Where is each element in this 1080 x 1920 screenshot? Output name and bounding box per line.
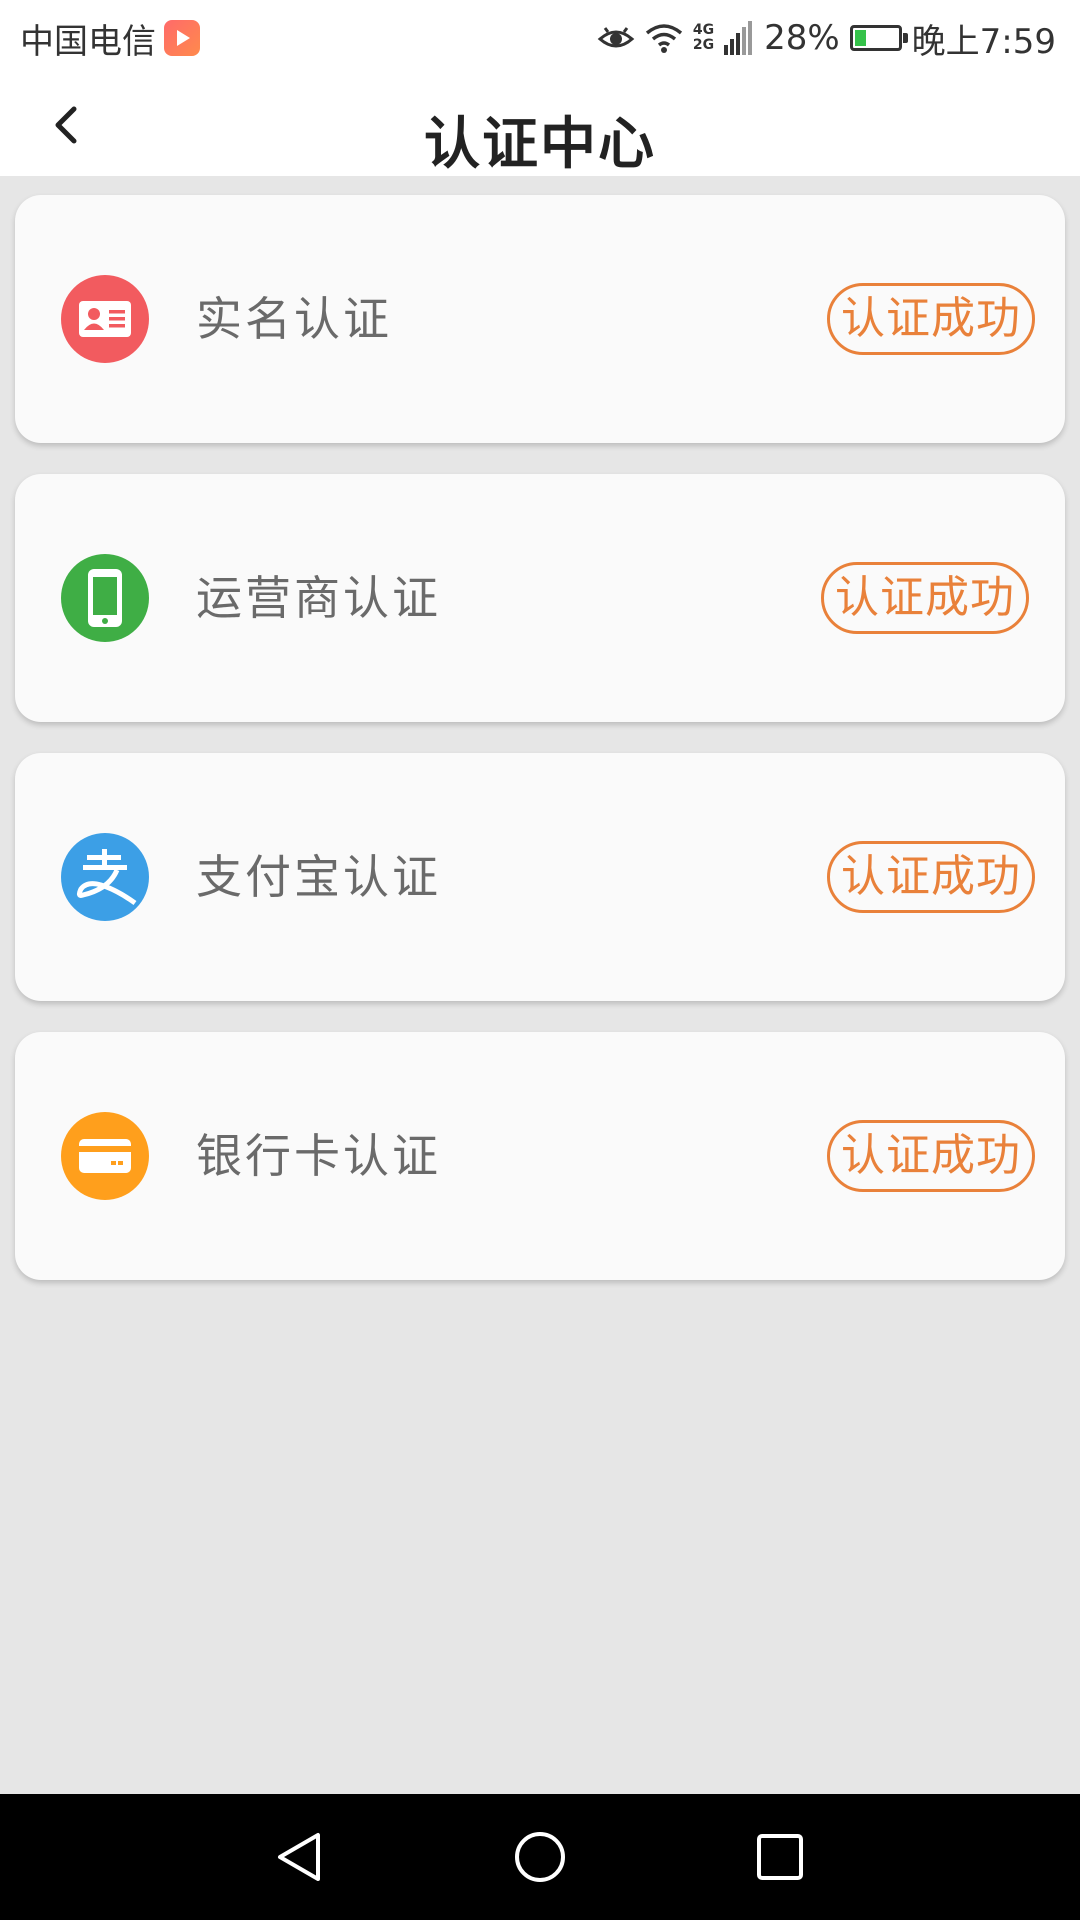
battery-fill — [854, 30, 867, 46]
verification-card-real-name[interactable]: 实名认证 认证成功 — [15, 195, 1065, 443]
status-bar: 中国电信 4G 2G 28% 晚上7:59 — [0, 0, 1080, 75]
network-type: 4G 2G — [693, 23, 714, 53]
alipay-icon — [61, 833, 149, 921]
title-bar: 认证中心 — [0, 75, 1080, 177]
carrier-name: 中国电信 — [20, 21, 156, 62]
circle-home-icon — [515, 1832, 565, 1882]
clock: 晚上7:59 — [911, 21, 1056, 62]
system-nav-bar — [0, 1794, 1080, 1920]
status-badge: 认证成功 — [827, 283, 1035, 355]
status-badge: 认证成功 — [827, 841, 1035, 913]
nav-recents-button[interactable] — [745, 1824, 815, 1890]
triangle-back-icon — [278, 1833, 320, 1881]
card-label: 支付宝认证 — [196, 850, 441, 904]
card-label: 运营商认证 — [196, 571, 441, 625]
status-bar-right: 4G 2G 28% 晚上7:59 — [597, 14, 1056, 62]
nav-home-button[interactable] — [505, 1824, 575, 1890]
eye-icon — [597, 27, 635, 48]
id-card-icon — [61, 275, 149, 363]
status-bar-left: 中国电信 — [20, 14, 200, 62]
verification-card-bank[interactable]: 银行卡认证 认证成功 — [15, 1032, 1065, 1280]
verification-card-carrier[interactable]: 运营商认证 认证成功 — [15, 474, 1065, 722]
square-recents-icon — [757, 1834, 803, 1880]
status-badge: 认证成功 — [821, 562, 1029, 634]
phone-icon — [61, 554, 149, 642]
card-label: 实名认证 — [196, 292, 392, 346]
verification-card-alipay[interactable]: 支付宝认证 认证成功 — [15, 753, 1065, 1001]
bank-card-icon — [61, 1112, 149, 1200]
page-title: 认证中心 — [424, 112, 656, 177]
video-app-icon — [164, 20, 200, 56]
card-label: 银行卡认证 — [196, 1129, 441, 1183]
wifi-icon — [645, 24, 682, 53]
network-type-bottom: 2G — [692, 37, 715, 53]
screen: 中国电信 4G 2G 28% 晚上7:59 认证中心 实名认证 认证成功 运营商… — [0, 0, 1080, 1920]
verification-list: 实名认证 认证成功 运营商认证 认证成功 支付宝认证 认证成功 银行卡认证 认证… — [15, 195, 1065, 1311]
battery-percent: 28% — [764, 18, 840, 58]
status-badge: 认证成功 — [827, 1120, 1035, 1192]
signal-icon — [724, 21, 753, 55]
network-type-top: 4G — [692, 22, 715, 38]
nav-back-button[interactable] — [265, 1824, 335, 1890]
battery-icon — [849, 25, 908, 51]
